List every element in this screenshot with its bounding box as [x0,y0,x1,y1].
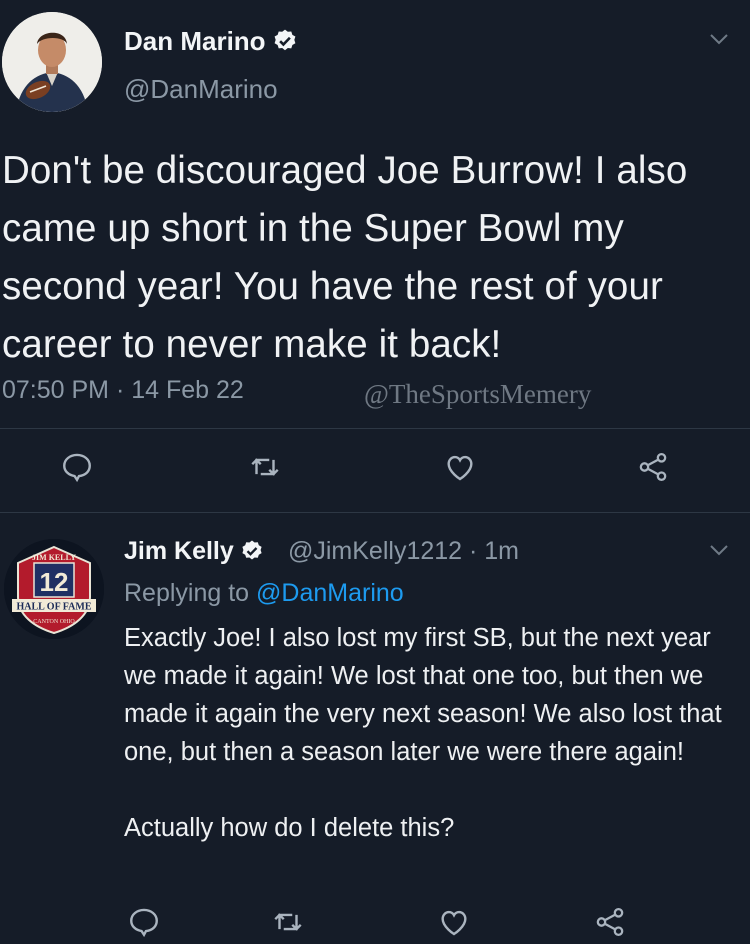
retweet-icon [251,458,279,476]
retweet-icon [274,913,302,931]
tweet-text: Exactly Joe! I also lost my first SB, bu… [124,619,734,847]
hall-of-fame-badge-icon: JIM KELLY 12 HALL OF FAME CANTON OHIO [4,539,104,639]
retweet-button[interactable] [271,905,305,939]
like-button[interactable] [437,905,471,939]
author-handle[interactable]: @DanMarino [124,74,278,105]
person-photo-icon [2,12,102,112]
tweet-timestamp[interactable]: 07:50 PM · 14 Feb 22 [2,376,244,405]
verified-badge-icon [274,29,295,51]
like-button[interactable] [443,450,477,484]
chevron-down-icon[interactable] [708,543,730,557]
badge-banner-text: HALL OF FAME [17,602,92,613]
like-icon [447,455,473,481]
share-button[interactable] [636,450,670,484]
tweet-text-paragraph: Exactly Joe! I also lost my first SB, bu… [124,624,722,766]
avatar-dan-marino[interactable] [2,12,102,112]
tweet-text: Don't be discouraged Joe Burrow! I also … [2,149,688,366]
tweet-text-paragraph: Actually how do I delete this? [124,814,455,842]
share-button[interactable] [593,905,627,939]
tweet-dan-marino: Dan Marino @DanMarino Don't be discourag… [0,0,750,512]
share-icon [596,907,624,937]
reply-icon [130,908,158,938]
author-name-text: Dan Marino [124,26,266,56]
badge-bottom-text: CANTON OHIO [33,619,75,625]
share-icon [639,452,667,482]
author-name[interactable]: Dan Marino [124,26,298,57]
like-icon [441,910,467,936]
tweet-jim-kelly: JIM KELLY 12 HALL OF FAME CANTON OHIO Ji… [0,513,750,938]
verified-badge-icon [242,540,262,560]
reply-button[interactable] [127,905,161,939]
retweet-button[interactable] [248,450,282,484]
replying-prefix: Replying to [124,579,250,607]
author-handle-time[interactable]: @JimKelly1212 · 1m [288,537,519,566]
author-name-text: Jim Kelly [124,537,234,565]
reply-button[interactable] [60,450,94,484]
author-name[interactable]: Jim Kelly [124,537,264,566]
replying-to-line: Replying to @DanMarino [124,579,404,608]
watermark: @TheSportsMemery [364,379,592,409]
chevron-down-icon[interactable] [708,32,730,46]
avatar-jim-kelly[interactable]: JIM KELLY 12 HALL OF FAME CANTON OHIO [4,539,104,639]
reply-icon [63,453,91,483]
badge-top-text: JIM KELLY [32,553,76,562]
badge-number: 12 [40,567,69,597]
replying-to-link[interactable]: @DanMarino [256,579,404,607]
divider [0,428,750,429]
